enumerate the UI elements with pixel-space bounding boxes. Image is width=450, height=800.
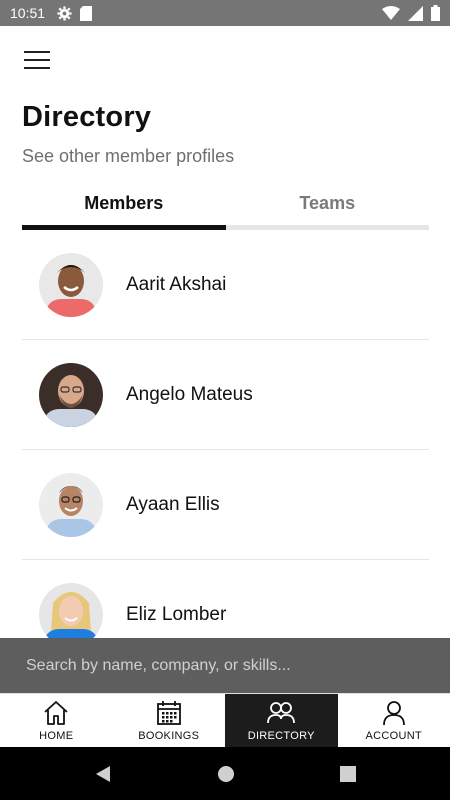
back-icon[interactable] xyxy=(94,765,112,783)
nav-directory[interactable]: DIRECTORY xyxy=(225,694,338,747)
member-name: Angelo Mateus xyxy=(126,383,253,405)
nav-account[interactable]: ACCOUNT xyxy=(338,694,450,747)
directory-tabs: Members Teams xyxy=(22,188,429,230)
nav-label: HOME xyxy=(39,730,74,742)
system-nav-bar xyxy=(0,747,450,800)
tab-teams[interactable]: Teams xyxy=(225,188,429,230)
wifi-icon xyxy=(382,6,400,20)
nav-label: BOOKINGS xyxy=(138,730,200,742)
avatar xyxy=(39,252,103,317)
sd-card-icon xyxy=(80,5,93,21)
person-icon xyxy=(382,701,405,726)
nav-label: ACCOUNT xyxy=(365,730,422,742)
search-input[interactable] xyxy=(26,656,426,675)
battery-icon xyxy=(431,5,440,21)
list-item[interactable]: Ayaan Ellis xyxy=(22,450,429,560)
member-name: Eliz Lomber xyxy=(126,603,227,625)
nav-home[interactable]: HOME xyxy=(0,694,113,747)
member-list: Aarit Akshai Angelo Mateus Ayaan Ellis E… xyxy=(22,230,429,670)
status-time: 10:51 xyxy=(10,5,46,21)
list-item[interactable]: Angelo Mateus xyxy=(22,340,429,450)
avatar xyxy=(39,472,103,537)
calendar-icon xyxy=(156,701,181,725)
member-name: Aarit Akshai xyxy=(126,273,227,295)
avatar xyxy=(39,582,103,647)
page-title: Directory xyxy=(22,101,152,133)
home-icon xyxy=(44,701,68,725)
bottom-nav: HOME BOOKINGS DIRECTORY ACCOUNT xyxy=(0,693,450,747)
member-name: Ayaan Ellis xyxy=(126,493,220,515)
home-button-icon[interactable] xyxy=(217,765,235,783)
search-bar[interactable] xyxy=(0,638,450,693)
avatar xyxy=(39,362,103,427)
menu-icon[interactable] xyxy=(24,51,50,71)
page-subtitle: See other member profiles xyxy=(22,146,235,166)
people-icon xyxy=(267,702,296,724)
nav-bookings[interactable]: BOOKINGS xyxy=(113,694,226,747)
nav-label: DIRECTORY xyxy=(247,730,315,742)
status-bar: 10:51 xyxy=(0,0,450,26)
list-item[interactable]: Aarit Akshai xyxy=(22,230,429,340)
tab-members[interactable]: Members xyxy=(22,188,226,230)
settings-icon xyxy=(57,5,72,21)
signal-icon xyxy=(408,5,423,21)
recents-icon[interactable] xyxy=(340,765,356,782)
